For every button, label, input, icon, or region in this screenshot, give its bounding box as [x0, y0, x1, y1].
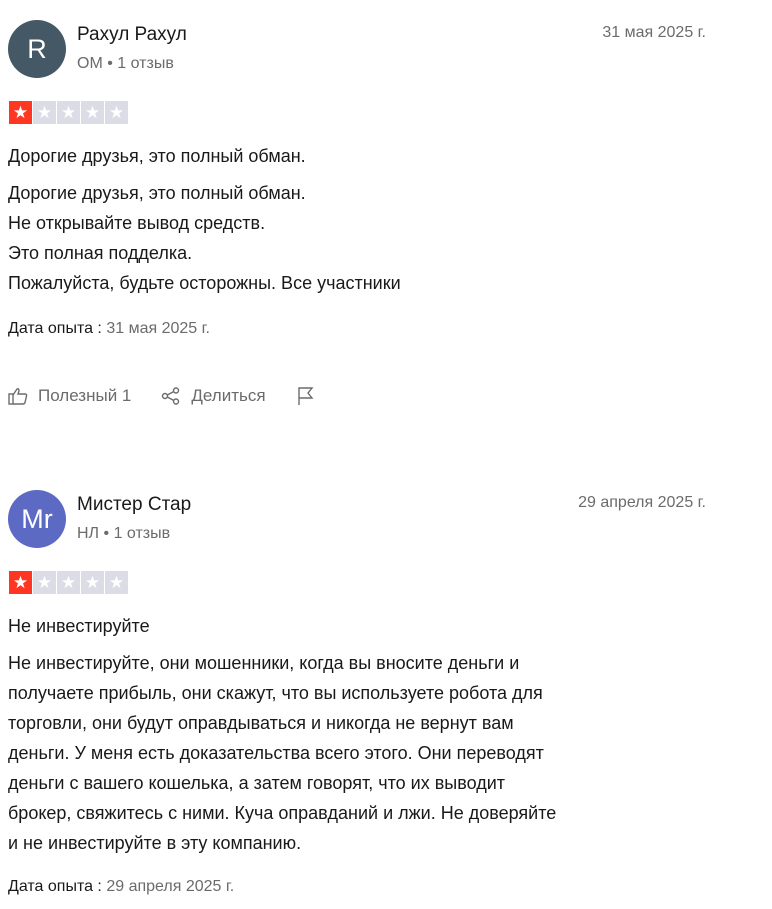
useful-button[interactable]: Полезный 1: [8, 386, 131, 406]
star-icon: ★: [9, 101, 32, 124]
review-title[interactable]: Не инвестируйте: [8, 616, 150, 637]
review-date: 29 апреля 2025 г.: [578, 494, 706, 511]
reviewer-country: OM: [77, 55, 103, 72]
star-icon: ★: [57, 101, 80, 124]
experience-value: 31 мая 2025 г.: [106, 320, 210, 337]
experience-date: Дата опыта : 29 апреля 2025 г.: [8, 878, 234, 896]
experience-label: Дата опыта :: [8, 878, 102, 895]
review-title[interactable]: Дорогие друзья, это полный обман.: [8, 146, 306, 167]
flag-icon: [297, 387, 314, 405]
experience-date: Дата опыта : 31 мая 2025 г.: [8, 320, 210, 338]
reviewer-name[interactable]: Рахул Рахул: [77, 24, 187, 46]
star-icon: ★: [9, 571, 32, 594]
reviewer-country: НЛ: [77, 525, 100, 542]
experience-label: Дата опыта :: [8, 320, 102, 337]
reviewer-meta: НЛ • 1 отзыв: [77, 525, 171, 542]
reviewer-review-count: 1 отзыв: [117, 55, 174, 72]
review-actions: Полезный 1 Делиться: [8, 386, 356, 406]
star-icon: ★: [81, 571, 104, 594]
reviewer-name[interactable]: Мистер Стар: [77, 494, 191, 516]
star-icon: ★: [105, 101, 128, 124]
star-icon: ★: [57, 571, 80, 594]
share-button[interactable]: Делиться: [161, 386, 266, 406]
avatar[interactable]: R: [8, 20, 66, 78]
star-icon: ★: [105, 571, 128, 594]
useful-label: Полезный 1: [38, 386, 132, 405]
star-icon: ★: [81, 101, 104, 124]
experience-value: 29 апреля 2025 г.: [106, 878, 235, 895]
review-date: 31 мая 2025 г.: [602, 24, 706, 41]
share-icon: [162, 387, 180, 405]
star-rating: ★ ★ ★ ★ ★: [9, 101, 128, 124]
share-label: Делиться: [191, 386, 266, 405]
review-body: Дорогие друзья, это полный обман. Не отк…: [8, 183, 401, 293]
review-body: Не инвестируйте, они мошенники, когда вы…: [8, 653, 557, 853]
star-rating: ★ ★ ★ ★ ★: [9, 571, 128, 594]
flag-button[interactable]: [296, 386, 326, 406]
star-icon: ★: [33, 101, 56, 124]
avatar[interactable]: Mr: [8, 490, 66, 548]
thumbs-up-icon: [8, 388, 28, 405]
reviewer-review-count: 1 отзыв: [113, 525, 171, 542]
star-icon: ★: [33, 571, 56, 594]
reviewer-meta: OM • 1 отзыв: [77, 55, 174, 72]
